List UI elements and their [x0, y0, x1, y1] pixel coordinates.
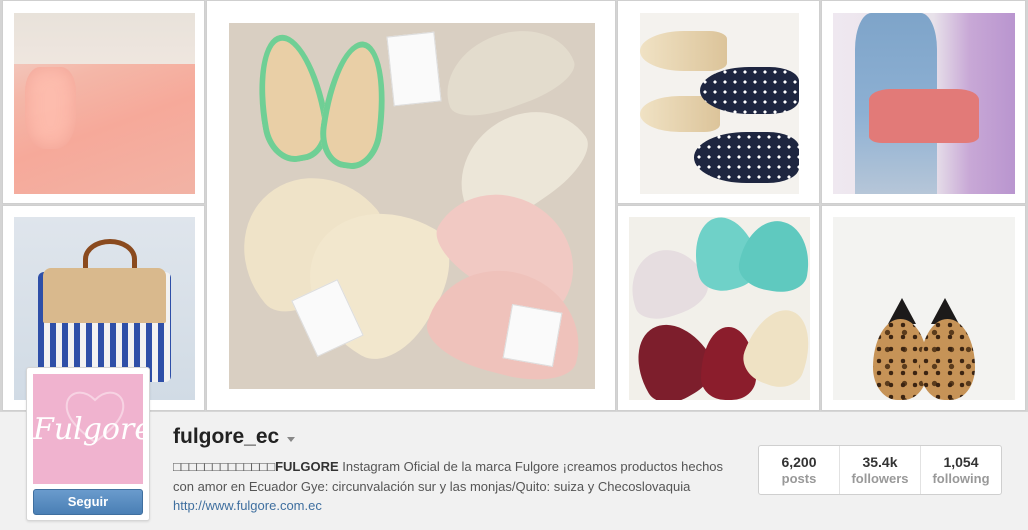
- shoe: [640, 31, 728, 71]
- stat-value: 35.4k: [862, 454, 898, 470]
- stat-label: following: [932, 471, 990, 486]
- instagram-profile-page: Fulgore Seguir fulgore_ec □□□□□□□□□□□□□F…: [0, 0, 1028, 530]
- photo-tile-polka-flats[interactable]: [617, 0, 820, 204]
- photo-polka-flats: [640, 13, 799, 194]
- bio: □□□□□□□□□□□□□FULGORE Instagram Oficial d…: [173, 457, 743, 497]
- photo-tile-leopard-flats[interactable]: [821, 205, 1026, 411]
- shoe: [694, 132, 799, 184]
- photo-tile-shoes-collage[interactable]: [206, 0, 616, 411]
- price-tag: [386, 31, 442, 106]
- photo-shoes-collage: [229, 23, 595, 389]
- bio-prefix: □□□□□□□□□□□□□: [173, 459, 276, 474]
- avatar-card: Fulgore Seguir: [26, 367, 150, 521]
- stat-following[interactable]: 1,054 following: [921, 446, 1001, 494]
- shoe: [432, 23, 582, 128]
- username-row: fulgore_ec: [173, 425, 296, 449]
- stat-label: posts: [781, 471, 817, 486]
- stat-label: followers: [851, 471, 909, 486]
- stats-box: 6,200 posts 35.4k followers 1,054 follow…: [758, 445, 1002, 495]
- shoe: [315, 37, 395, 174]
- photo-grid: [0, 0, 1028, 411]
- shoe: [920, 319, 975, 400]
- avatar-logo: Fulgore: [33, 412, 143, 447]
- bag-flap: [42, 268, 167, 324]
- chevron-down-icon[interactable]: [287, 436, 296, 442]
- stat-value: 6,200: [781, 454, 817, 470]
- username: fulgore_ec: [173, 425, 280, 448]
- photo-tile-blouse[interactable]: [2, 0, 205, 204]
- website-link[interactable]: http://www.fulgore.com.ec: [173, 498, 322, 513]
- price-tag: [502, 304, 563, 368]
- shoe: [700, 67, 799, 115]
- photo-tile-colorful-flats[interactable]: [617, 205, 820, 411]
- photo-colorful-flats: [629, 217, 810, 400]
- photo-pink-bag: [833, 13, 1015, 194]
- avatar[interactable]: Fulgore: [33, 374, 143, 484]
- pink-bag: [869, 89, 979, 144]
- stat-value: 1,054: [943, 454, 979, 470]
- photo-blouse: [14, 13, 195, 194]
- photo-tile-pink-bag[interactable]: [821, 0, 1026, 204]
- stat-posts[interactable]: 6,200 posts: [759, 446, 840, 494]
- stat-followers[interactable]: 35.4k followers: [840, 446, 921, 494]
- follow-button[interactable]: Seguir: [33, 489, 143, 515]
- bio-brand: FULGORE: [275, 459, 339, 474]
- photo-leopard-flats: [833, 217, 1015, 400]
